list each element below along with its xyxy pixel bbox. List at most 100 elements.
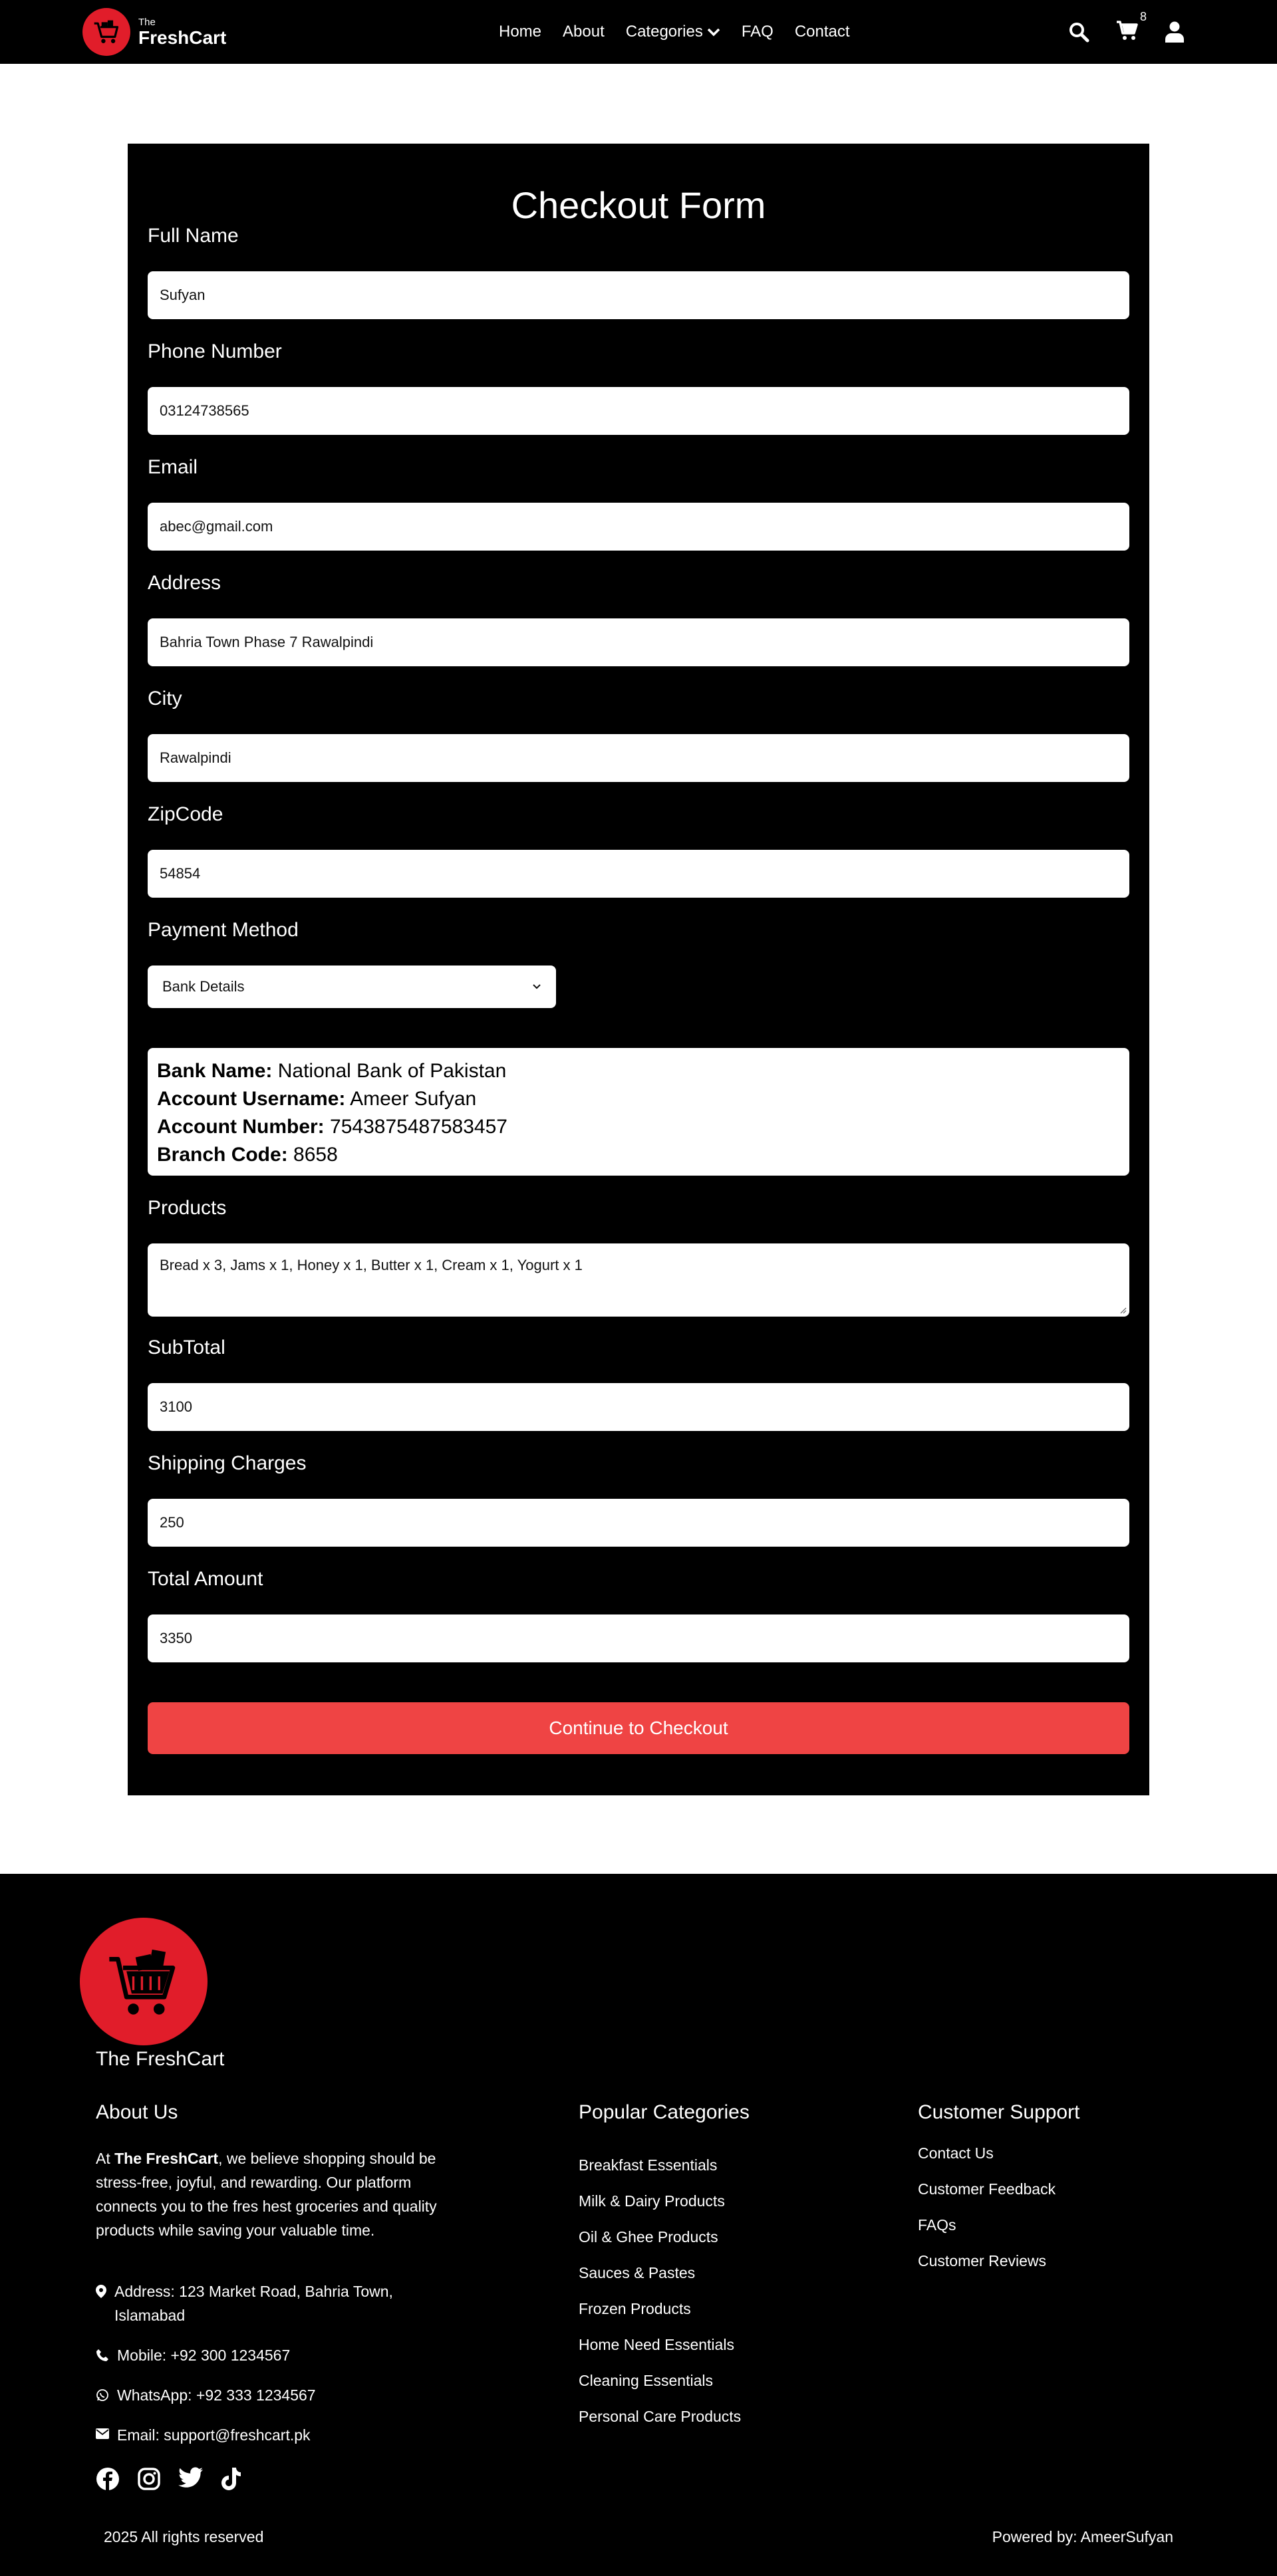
- shipping-label: Shipping Charges: [148, 1452, 307, 1474]
- categories-title: Popular Categories: [579, 2101, 750, 2123]
- facebook-icon[interactable]: [96, 2467, 120, 2491]
- powered-by-text: Powered by: AmeerSufyan: [992, 2528, 1173, 2545]
- phone-label: Phone Number: [148, 340, 282, 362]
- account-number-value: 7543875487583457: [330, 1116, 507, 1138]
- products-value: Bread x 3, Jams x 1, Honey x 1, Butter x…: [160, 1257, 583, 1273]
- about-title: About Us: [96, 2101, 178, 2123]
- account-username-row: Account Username: Ameer Sufyan: [157, 1085, 1120, 1113]
- city-field[interactable]: Rawalpindi: [148, 734, 1129, 782]
- footer-logo: [80, 1918, 208, 2045]
- categories-list: Breakfast Essentials Milk & Dairy Produc…: [579, 2154, 741, 2442]
- category-link[interactable]: Milk & Dairy Products: [579, 2190, 741, 2226]
- continue-checkout-button[interactable]: Continue to Checkout: [148, 1702, 1129, 1754]
- account-number-key: Account Number:: [157, 1116, 325, 1138]
- category-link[interactable]: Personal Care Products: [579, 2406, 741, 2442]
- bank-name-key: Bank Name:: [157, 1060, 273, 1082]
- category-link[interactable]: Cleaning Essentials: [579, 2370, 741, 2406]
- mobile-row: Mobile: +92 300 1234567: [96, 2343, 442, 2367]
- twitter-icon[interactable]: [178, 2467, 204, 2488]
- category-link[interactable]: Breakfast Essentials: [579, 2154, 741, 2190]
- subtotal-field[interactable]: 3100: [148, 1383, 1129, 1431]
- bank-name-row: Bank Name: National Bank of Pakistan: [157, 1057, 1120, 1085]
- category-link[interactable]: Frozen Products: [579, 2298, 741, 2334]
- copyright-text: 2025 All rights reserved: [104, 2528, 264, 2545]
- support-link[interactable]: Customer Reviews: [918, 2250, 1056, 2286]
- support-link[interactable]: Customer Feedback: [918, 2178, 1056, 2214]
- zip-field[interactable]: 54854: [148, 850, 1129, 898]
- account-username-key: Account Username:: [157, 1088, 346, 1110]
- support-list: Contact Us Customer Feedback FAQs Custom…: [918, 2142, 1056, 2286]
- cart-button[interactable]: 8: [1116, 10, 1147, 44]
- address-text: Address: 123 Market Road, Bahria Town, I…: [114, 2283, 393, 2324]
- chevron-down-icon: [533, 984, 541, 989]
- products-textarea[interactable]: Bread x 3, Jams x 1, Honey x 1, Butter x…: [148, 1243, 1129, 1317]
- envelope-icon: [96, 2428, 109, 2439]
- brand-name: FreshCart: [138, 27, 227, 48]
- branch-code-value: 8658: [293, 1144, 338, 1166]
- social-links: [96, 2467, 242, 2491]
- category-link[interactable]: Oil & Ghee Products: [579, 2226, 741, 2262]
- payment-method-value: Bank Details: [162, 978, 245, 995]
- whatsapp-row: WhatsApp: +92 333 1234567: [96, 2383, 442, 2407]
- branch-code-key: Branch Code:: [157, 1144, 288, 1166]
- category-link[interactable]: Home Need Essentials: [579, 2334, 741, 2370]
- about-text: At The FreshCart, we believe shopping sh…: [96, 2146, 442, 2242]
- whatsapp-text: WhatsApp: +92 333 1234567: [117, 2386, 316, 2404]
- zip-label: ZipCode: [148, 803, 223, 825]
- nav-links: Home About Categories FAQ Contact: [499, 0, 850, 64]
- products-label: Products: [148, 1197, 227, 1219]
- brand-logo[interactable]: The FreshCart: [82, 8, 226, 56]
- email-field[interactable]: abec@gmail.com: [148, 503, 1129, 551]
- chevron-down-icon: [707, 28, 720, 37]
- phone-icon: [96, 2349, 108, 2361]
- support-title: Customer Support: [918, 2101, 1080, 2123]
- cart-icon: [1117, 20, 1138, 40]
- phone-field[interactable]: 03124738565: [148, 387, 1129, 435]
- branch-code-row: Branch Code: 8658: [157, 1141, 1120, 1169]
- footer-brand: The FreshCart: [96, 2048, 225, 2070]
- location-pin-icon: [96, 2285, 106, 2298]
- email-text: Email: support@freshcart.pk: [117, 2426, 311, 2444]
- about-bold: The FreshCart: [114, 2150, 219, 2167]
- tiktok-icon[interactable]: [221, 2467, 242, 2491]
- address-label: Address: [148, 572, 221, 594]
- page-title: Checkout Form: [511, 184, 766, 226]
- nav-categories-label: Categories: [625, 23, 703, 41]
- nav-categories[interactable]: Categories: [626, 23, 720, 41]
- nav-about[interactable]: About: [563, 23, 605, 41]
- category-link[interactable]: Sauces & Pastes: [579, 2262, 741, 2298]
- total-field[interactable]: 3350: [148, 1614, 1129, 1662]
- subtotal-label: SubTotal: [148, 1337, 225, 1358]
- email-label: Email: [148, 456, 198, 478]
- support-link[interactable]: Contact Us: [918, 2142, 1056, 2178]
- mobile-text: Mobile: +92 300 1234567: [117, 2347, 291, 2364]
- support-link[interactable]: FAQs: [918, 2214, 1056, 2250]
- address-field[interactable]: Bahria Town Phase 7 Rawalpindi: [148, 618, 1129, 666]
- bank-details-box: Bank Name: National Bank of Pakistan Acc…: [148, 1048, 1129, 1176]
- account-number-row: Account Number: 7543875487583457: [157, 1113, 1120, 1141]
- footer: The FreshCart About Us At The FreshCart,…: [0, 1874, 1277, 2576]
- bank-name-value: National Bank of Pakistan: [277, 1060, 507, 1082]
- nav-contact[interactable]: Contact: [795, 23, 850, 41]
- cart-logo-icon: [109, 1949, 176, 2015]
- shipping-field[interactable]: 250: [148, 1499, 1129, 1547]
- address-row: Address: 123 Market Road, Bahria Town, I…: [96, 2279, 442, 2327]
- search-icon[interactable]: [1068, 21, 1089, 43]
- full-name-field[interactable]: Sufyan: [148, 271, 1129, 319]
- about-prefix: At: [96, 2150, 115, 2167]
- payment-method-select[interactable]: Bank Details: [148, 966, 556, 1008]
- full-name-label: Full Name: [148, 225, 239, 247]
- total-label: Total Amount: [148, 1568, 263, 1590]
- nav-faq[interactable]: FAQ: [742, 23, 774, 41]
- user-icon[interactable]: [1165, 21, 1184, 43]
- cart-count-badge: 8: [1139, 9, 1147, 23]
- nav-home[interactable]: Home: [499, 23, 541, 41]
- resize-grip-icon[interactable]: [1119, 1306, 1127, 1314]
- nav-icons: 8: [1068, 0, 1184, 64]
- navbar: The FreshCart Home About Categories FAQ …: [0, 0, 1277, 64]
- whatsapp-icon: [96, 2389, 108, 2401]
- city-label: City: [148, 688, 182, 709]
- cart-logo-icon: [82, 8, 130, 56]
- instagram-icon[interactable]: [137, 2467, 161, 2491]
- email-row: Email: support@freshcart.pk: [96, 2423, 442, 2447]
